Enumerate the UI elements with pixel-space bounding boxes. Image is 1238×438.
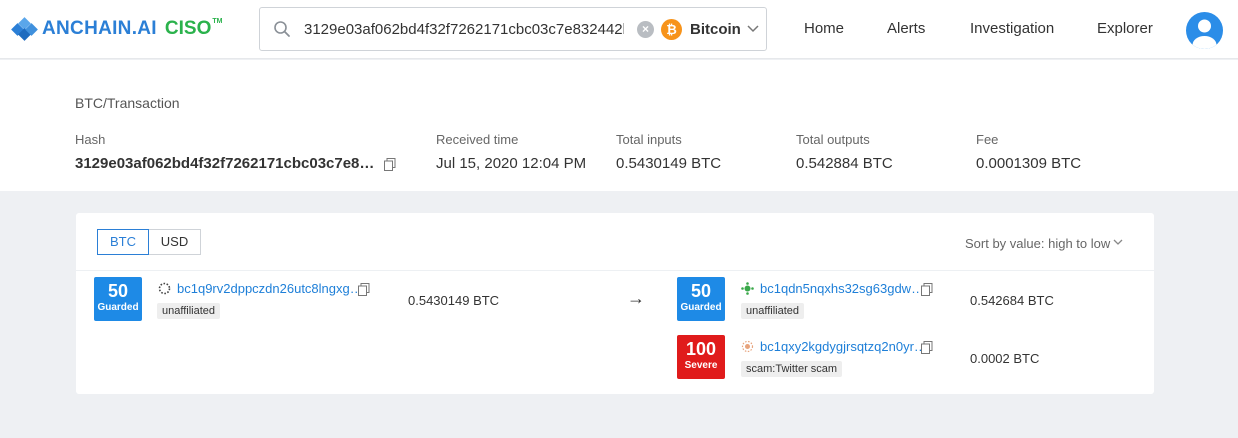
output-amount: 0.0002 BTC <box>970 351 1040 366</box>
risk-score-badge: 50 Guarded <box>677 277 725 321</box>
received-time-value: Jul 15, 2020 12:04 PM <box>436 155 587 172</box>
nav-explorer[interactable]: Explorer <box>1097 20 1153 37</box>
bitcoin-coin-icon: ₿ <box>661 19 682 40</box>
user-avatar-icon[interactable] <box>1186 12 1223 49</box>
chevron-down-icon[interactable] <box>1113 237 1123 247</box>
hash-label: Hash <box>75 132 106 147</box>
flow-arrow: → <box>627 288 645 308</box>
entity-green-icon <box>741 282 754 295</box>
risk-score-badge: 100 Severe <box>677 335 725 379</box>
copy-icon[interactable] <box>921 341 933 354</box>
logo-cubes-icon <box>11 17 38 41</box>
copy-icon[interactable] <box>921 283 933 296</box>
hash-value: 3129e03af062bd4f32f7262171cbc03c7e8… <box>75 155 396 172</box>
copy-icon[interactable] <box>383 157 396 171</box>
total-outputs-label: Total outputs <box>796 132 870 147</box>
nav-investigation[interactable]: Investigation <box>970 20 1054 37</box>
entity-dots-icon <box>158 282 171 295</box>
nav-alerts[interactable]: Alerts <box>887 20 925 37</box>
fee-value: 0.0001309 BTC <box>976 155 1082 172</box>
entity-tag: unaffiliated <box>741 303 805 319</box>
chain-select-value[interactable]: Bitcoin <box>690 21 741 38</box>
copy-icon[interactable] <box>358 283 370 296</box>
logo-text: ANCHAIN.AI <box>42 18 157 39</box>
search-bar: × ₿ Bitcoin <box>259 7 767 51</box>
transaction-flow-card: BTC USD Sort by value: high to low 50 Gu… <box>76 213 1154 394</box>
entity-scam-icon <box>741 340 754 353</box>
input-amount: 0.5430149 BTC <box>408 293 500 308</box>
transaction-summary: BTC/Transaction Hash 3129e03af062bd4f32f… <box>0 60 1238 191</box>
top-header: ANCHAIN.AI CISOTM × ₿ Bitcoin Home Alert… <box>0 0 1238 59</box>
sort-select[interactable]: Sort by value: high to low <box>965 236 1110 251</box>
output-address-link[interactable]: bc1qdn5nqxhs32sg63gdw… <box>741 281 924 296</box>
risk-score-badge: 50 Guarded <box>94 277 142 321</box>
currency-toggle: BTC USD <box>97 229 201 255</box>
nav-home[interactable]: Home <box>804 20 844 37</box>
search-icon <box>274 21 290 37</box>
anchain-logo[interactable]: ANCHAIN.AI CISOTM <box>11 17 223 41</box>
search-input[interactable] <box>304 8 624 50</box>
breadcrumb: BTC/Transaction <box>75 95 180 111</box>
close-circle-icon[interactable]: × <box>637 21 654 38</box>
fee-label: Fee <box>976 132 999 147</box>
total-inputs-label: Total inputs <box>616 132 682 147</box>
chevron-down-icon[interactable] <box>747 22 759 34</box>
entity-tag: scam:Twitter scam <box>741 361 843 377</box>
output-address-link[interactable]: bc1qxy2kgdygjrsqtzq2n0yr… <box>741 339 927 354</box>
output-amount: 0.542684 BTC <box>970 293 1054 308</box>
logo-product: CISOTM <box>164 18 223 39</box>
divider <box>76 270 1154 271</box>
total-outputs-value: 0.542884 BTC <box>796 155 893 172</box>
input-address-link[interactable]: bc1q9rv2dppczdn26utc8lngxg… <box>158 281 363 296</box>
total-inputs-value: 0.5430149 BTC <box>616 155 722 172</box>
received-time-label: Received time <box>436 132 519 147</box>
entity-tag: unaffiliated <box>157 303 221 319</box>
toggle-btc[interactable]: BTC <box>97 229 149 255</box>
toggle-usd[interactable]: USD <box>149 229 201 255</box>
